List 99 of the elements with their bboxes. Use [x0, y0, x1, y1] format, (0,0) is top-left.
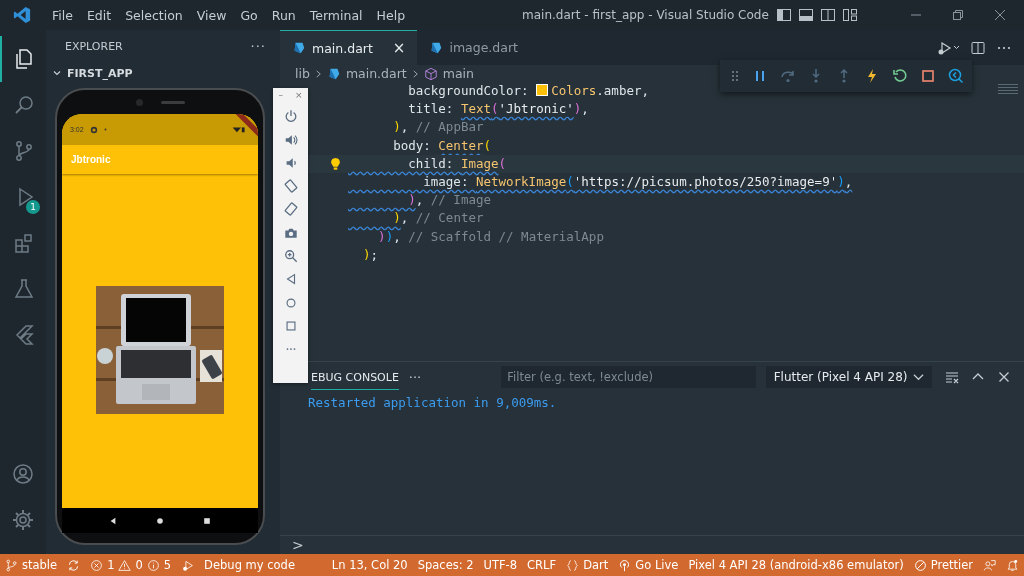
activity-bar-item[interactable]: 1	[0, 174, 46, 220]
code-line: child: Image(	[407, 155, 507, 171]
overview-icon[interactable]	[202, 516, 211, 525]
sidebar-title: EXPLORER	[65, 39, 123, 53]
rotate-icon[interactable]	[283, 179, 298, 194]
info-icon	[146, 558, 160, 572]
chevron-down-icon	[913, 373, 924, 381]
status-item[interactable]: CRLF	[522, 554, 562, 576]
dart-file-icon	[429, 40, 444, 55]
app-title: Jbtronic	[71, 154, 111, 165]
volume-up-icon[interactable]	[283, 132, 298, 147]
stop-icon[interactable]	[920, 68, 936, 84]
prohibited-icon	[913, 558, 927, 572]
power-icon[interactable]	[283, 109, 298, 124]
editor-tab[interactable]: main.dart ×	[280, 30, 418, 65]
feedback-icon	[983, 558, 996, 572]
menu-item[interactable]: Edit	[79, 7, 119, 23]
status-item[interactable]: Spaces: 2	[412, 554, 479, 576]
debug-icon	[181, 558, 195, 572]
chevron-icon	[52, 68, 62, 78]
home-icon[interactable]	[156, 516, 164, 525]
status-item[interactable]: Prettier	[908, 554, 978, 576]
status-item[interactable]: 1 0 5	[85, 554, 177, 576]
inspector-icon[interactable]	[948, 68, 964, 84]
branch-icon	[5, 558, 18, 572]
gear-icon	[89, 125, 98, 134]
code-line: )), // Scaffold // MaterialApp	[377, 228, 604, 244]
sync-icon	[67, 558, 81, 572]
editor-tab[interactable]: image.dart	[417, 30, 530, 65]
console-output: Restarted application in 9,009ms.	[308, 395, 558, 410]
settings-icon[interactable]	[11, 508, 35, 532]
chevron-icon	[314, 68, 322, 79]
notifications-icon	[1006, 558, 1019, 572]
speaker-grille	[160, 100, 185, 104]
error-icon	[90, 558, 104, 572]
close-icon[interactable]	[992, 7, 1008, 23]
signal-icon	[232, 126, 246, 133]
menu-item[interactable]: Selection	[118, 7, 190, 23]
code-line: ), // Center	[392, 210, 484, 226]
filter-field[interactable]: Filter (e.g. text, !exclude)	[501, 366, 756, 388]
menu-item[interactable]: Go	[233, 7, 265, 23]
back-icon[interactable]	[109, 516, 118, 525]
code-line: title: Text('Jbtronic'),	[407, 101, 589, 117]
split-layout-icon[interactable]	[820, 7, 836, 23]
status-item[interactable]: Go Live	[613, 554, 684, 576]
code-line: ), // Image	[407, 192, 491, 208]
more-actions-button[interactable]: ···	[408, 369, 422, 385]
status-item[interactable]: Ln 13, Col 20	[326, 554, 413, 576]
code-line: body: Center(	[392, 137, 491, 153]
menu-item[interactable]: Help	[369, 7, 413, 23]
folder-header[interactable]: FIRST_APP	[46, 62, 280, 84]
breadcrumb-item[interactable]: main.dart	[345, 66, 407, 81]
status-item[interactable]: UTF-8	[478, 554, 523, 576]
code-line: );	[362, 246, 379, 262]
status-item[interactable]: Dart	[561, 554, 614, 576]
console-prompt[interactable]: >	[292, 537, 304, 553]
window-title: main.dart - first_app - Visual Studio Code	[522, 8, 769, 22]
status-item[interactable]: Debug my code	[199, 554, 300, 576]
cube-icon	[423, 66, 438, 81]
close-button[interactable]: ×	[294, 90, 303, 100]
panel-layout-icon[interactable]	[798, 7, 814, 23]
braces-icon	[566, 558, 580, 572]
drag-handle-icon[interactable]	[730, 68, 740, 84]
restore-icon[interactable]	[950, 7, 966, 23]
status-item[interactable]: Pixel 4 API 28 (android-x86 emulator)	[683, 554, 909, 576]
customize-layout-icon[interactable]	[842, 7, 858, 23]
menu-item[interactable]: View	[189, 7, 234, 23]
rotate-icon[interactable]	[283, 202, 298, 217]
broadcast-icon	[618, 558, 632, 572]
split-editor-icon[interactable]	[970, 39, 986, 56]
account-icon[interactable]	[11, 462, 35, 486]
menu-item[interactable]: File	[45, 7, 80, 23]
lightbulb-icon[interactable]	[330, 156, 341, 171]
code-line: backgroundColor: Colors.amber,	[407, 83, 649, 98]
step-over-icon[interactable]	[780, 68, 796, 84]
notification-badge: 1	[26, 200, 40, 214]
zoom-icon[interactable]	[283, 249, 298, 264]
run-debug-icon[interactable]	[936, 39, 960, 56]
session-dropdown[interactable]: Flutter (Pixel 4 API 28)	[765, 366, 932, 388]
flask-icon	[12, 277, 36, 301]
menu-item[interactable]: Terminal	[302, 7, 370, 23]
status-item[interactable]: stable	[0, 554, 63, 576]
restart-icon[interactable]	[892, 68, 908, 84]
chevron-icon	[411, 68, 419, 79]
camera-icon	[135, 98, 143, 106]
dart-file-icon	[292, 41, 306, 55]
panel-tab[interactable]: EBUG CONSOLE	[311, 364, 399, 390]
code-line: ), // AppBar	[392, 119, 484, 135]
menu-item[interactable]: Run	[264, 7, 303, 23]
code-line: image: NetworkImage('https://picsum.photos/250?image=9'),	[422, 173, 853, 189]
dot-icon	[103, 128, 107, 131]
clear-console-icon[interactable]	[944, 369, 960, 385]
warning-icon	[118, 558, 132, 572]
sidebar-layout-icon[interactable]	[776, 7, 792, 23]
minimize-button[interactable]: –	[278, 90, 283, 100]
breadcrumb-item[interactable]: lib	[295, 66, 310, 81]
more-actions-button[interactable]: ···	[250, 38, 266, 54]
breadcrumb-item[interactable]: main	[442, 66, 474, 81]
vscode-logo-icon	[13, 6, 31, 24]
